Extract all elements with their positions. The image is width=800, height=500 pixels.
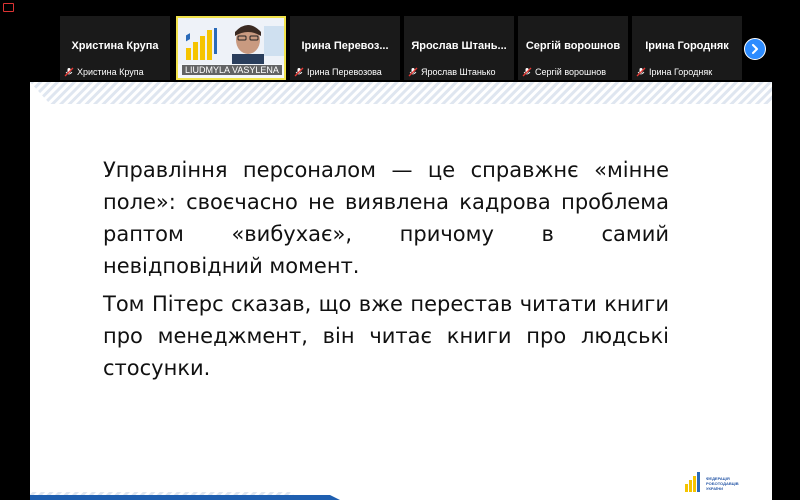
participant-tile-active[interactable]: LIUDMYLA VASYLENA [176, 16, 286, 80]
next-page-button[interactable] [744, 38, 766, 60]
participant-footer: Ірина Городняк [636, 66, 712, 78]
slide-bottom-decoration [30, 492, 340, 500]
participant-display-name: Ярослав Штань... [411, 40, 507, 52]
meeting-window: Христина Крупа Христина Крупа LIUDMYLA V… [0, 0, 800, 500]
participant-label: LIUDMYLA VASYLENA [182, 65, 282, 75]
slide-paragraph: Том Пітерс сказав, що вже перестав читат… [103, 292, 669, 380]
video-frame-icon [178, 18, 284, 64]
participant-tile[interactable]: Ірина Городняк Ірина Городняк [632, 16, 742, 80]
participant-display-name: Христина Крупа [71, 40, 159, 52]
slide-paragraph: Управління персоналом — це справжнє «мін… [103, 158, 669, 278]
participant-tile[interactable]: Сергій ворошнов Сергій ворошнов [518, 16, 628, 80]
app-icon [3, 3, 14, 12]
participant-label: Ірина Перевозова [307, 67, 382, 77]
participant-display-name: Ірина Городняк [645, 40, 729, 52]
participant-label: Ярослав Штанько [421, 67, 496, 77]
participant-footer: Ярослав Штанько [408, 66, 496, 78]
participant-display-name: Ірина Перевоз... [301, 40, 389, 52]
participant-label: Сергій ворошнов [535, 67, 606, 77]
mic-off-icon [522, 67, 532, 77]
participant-footer: LIUDMYLA VASYLENA [182, 64, 282, 76]
logo-icon [685, 472, 700, 492]
participant-label: Христина Крупа [77, 67, 144, 77]
mic-off-icon [636, 67, 646, 77]
logo-text: ФЕДЕРАЦІЯ РОБОТОДАВЦІВ УКРАЇНИ [706, 476, 739, 491]
mic-off-icon [294, 67, 304, 77]
slide-body: Управління персоналом — це справжнє «мін… [103, 154, 669, 390]
participant-tile[interactable]: Ірина Перевоз... Ірина Перевозова [290, 16, 400, 80]
participants-strip: Христина Крупа Христина Крупа LIUDMYLA V… [60, 16, 800, 82]
participant-footer: Ірина Перевозова [294, 66, 382, 78]
participant-label: Ірина Городняк [649, 67, 713, 77]
participant-video [178, 18, 284, 64]
federation-logo: ФЕДЕРАЦІЯ РОБОТОДАВЦІВ УКРАЇНИ [684, 470, 744, 496]
participant-display-name: Сергій ворошнов [525, 40, 621, 52]
slide-top-decoration [30, 82, 772, 104]
shared-screen: Управління персоналом — це справжнє «мін… [30, 82, 772, 500]
participant-footer: Христина Крупа [64, 66, 144, 78]
mic-off-icon [408, 67, 418, 77]
participant-tile[interactable]: Ярослав Штань... Ярослав Штанько [404, 16, 514, 80]
participant-tile[interactable]: Христина Крупа Христина Крупа [60, 16, 170, 80]
chevron-right-icon [752, 44, 758, 54]
mic-off-icon [64, 67, 74, 77]
participant-footer: Сергій ворошнов [522, 66, 606, 78]
